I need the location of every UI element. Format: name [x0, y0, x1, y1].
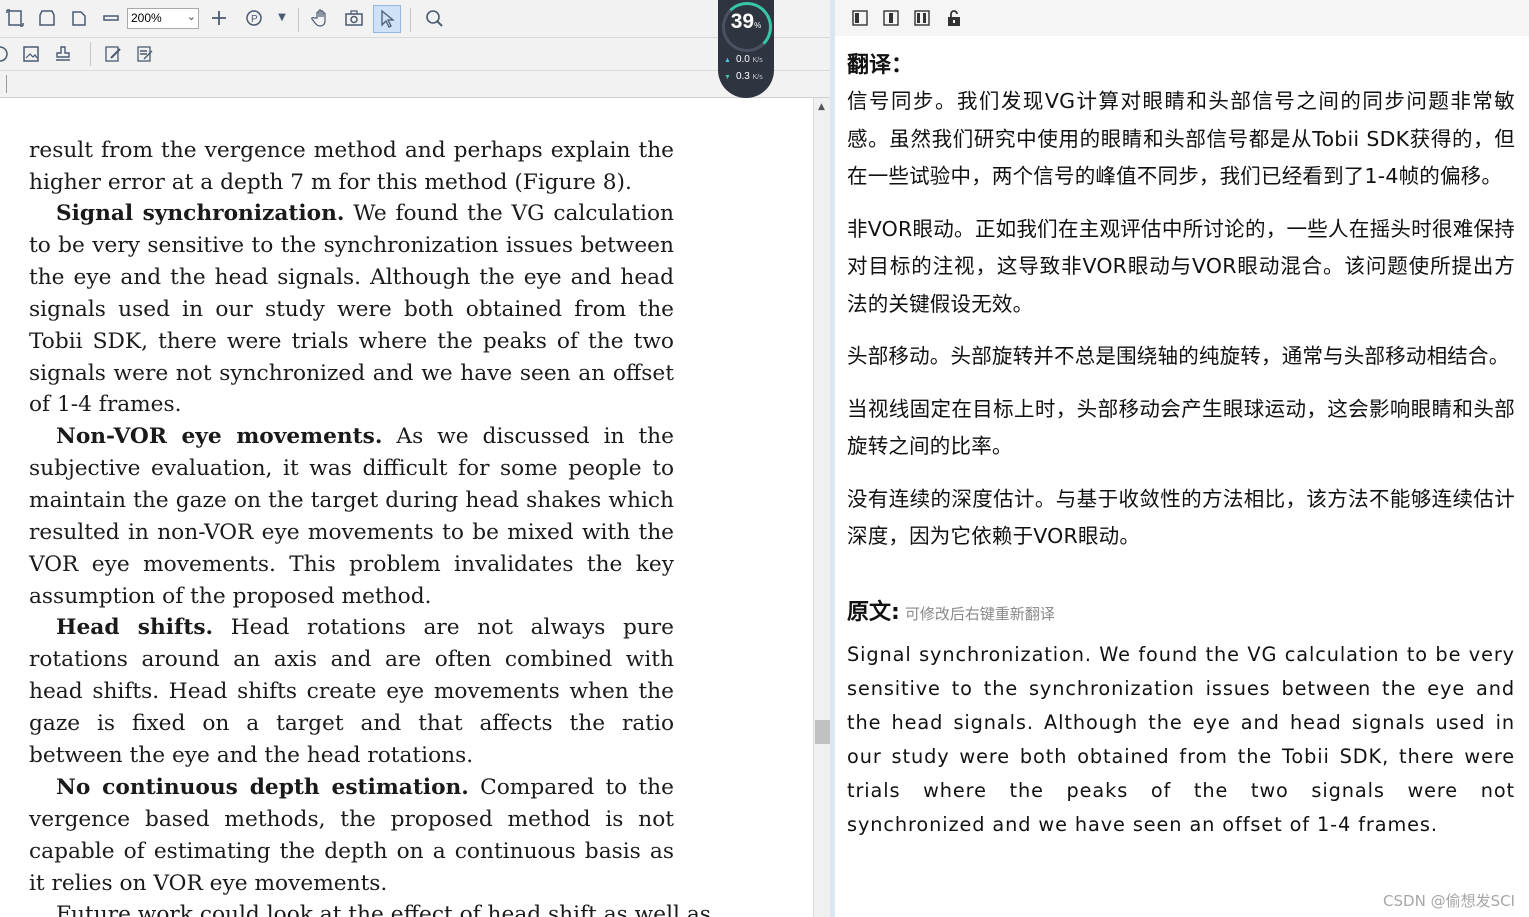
pdf-page: result from the vergence method and perh…: [0, 98, 813, 917]
translation-paragraph[interactable]: 没有连续的深度估计。与基于收敛性的方法相比，该方法不能够连续估计深度，因为它依赖…: [847, 481, 1515, 556]
svg-text:P: P: [251, 14, 258, 25]
secondary-toolbar: [0, 38, 830, 71]
edit-icon[interactable]: [101, 42, 125, 66]
doc-heading: Head shifts.: [56, 615, 214, 640]
translation-content: 翻译： 信号同步。我们发现VG计算对眼睛和头部信号之间的同步问题非常敏感。虽然我…: [847, 40, 1515, 842]
image-icon[interactable]: [19, 42, 43, 66]
doc-paragraph-depth: No continuous depth estimation. Compared…: [29, 772, 674, 900]
hand-icon[interactable]: [309, 6, 333, 30]
doc-text: We found the VG calculation to be very s…: [29, 201, 674, 418]
stamp-icon[interactable]: [51, 42, 75, 66]
doc-paragraph-signal-sync: Signal synchronization. We found the VG …: [29, 198, 674, 421]
usage-percent-unit: %: [754, 21, 762, 30]
doc-heading: No continuous depth estimation.: [56, 775, 469, 800]
download-arrow-icon: ▼: [724, 74, 731, 81]
original-text-editor[interactable]: Signal synchronization. We found the VG …: [847, 638, 1515, 842]
scroll-up-icon[interactable]: ▲: [818, 102, 825, 112]
usage-percent: 39%: [718, 10, 774, 34]
translation-toolbar: [835, 0, 1529, 36]
rotate-icon[interactable]: [67, 6, 91, 30]
doc-heading: Signal synchronization.: [56, 201, 345, 226]
plus-icon[interactable]: [207, 6, 231, 30]
layout-center-icon[interactable]: [881, 8, 901, 28]
usage-percent-value: 39: [730, 10, 755, 33]
tab-strip: [0, 71, 830, 98]
upload-unit: K/s: [752, 57, 763, 64]
watermark: CSDN @偷想发SCI: [1383, 892, 1515, 910]
zoom-select[interactable]: 200% ⌄: [127, 8, 199, 29]
layout-left-icon[interactable]: [850, 8, 870, 28]
translation-paragraph[interactable]: 头部移动。头部旋转并不总是围绕轴的纯旋转，通常与头部移动相结合。: [847, 338, 1515, 376]
circle-icon[interactable]: [0, 42, 12, 66]
layout-full-icon[interactable]: [912, 8, 932, 28]
upload-speed: ▲ 0.0 K/s: [724, 54, 763, 65]
doc-paragraph-non-vor: Non-VOR eye movements. As we discussed i…: [29, 421, 674, 612]
scrollbar-thumb[interactable]: [815, 720, 830, 744]
page-nav-icon[interactable]: P: [242, 6, 266, 30]
download-speed: ▼ 0.3 K/s: [724, 71, 763, 82]
original-hint: 可修改后右键重新翻译: [904, 604, 1055, 623]
download-unit: K/s: [752, 74, 763, 81]
tab-divider: [6, 75, 7, 93]
zoom-value: 200%: [131, 11, 162, 25]
translation-paragraph[interactable]: 非VOR眼动。正如我们在主观评估中所讨论的，一些人在摇头时很难保持对目标的注视，…: [847, 211, 1515, 324]
doc-text: As we discussed in the subjective evalua…: [29, 424, 674, 609]
vertical-scrollbar[interactable]: ▲: [813, 98, 830, 917]
snapshot-icon[interactable]: [342, 6, 366, 30]
dropdown-arrow-icon[interactable]: ▼: [270, 6, 294, 30]
network-speed-widget[interactable]: 39% ▲ 0.0 K/s ▼ 0.3 K/s: [718, 0, 774, 98]
translation-paragraph[interactable]: 信号同步。我们发现VG计算对眼睛和头部信号之间的同步问题非常敏感。虽然我们研究中…: [847, 83, 1515, 196]
download-value: 0.3: [735, 71, 750, 82]
upload-arrow-icon: ▲: [724, 57, 731, 64]
lock-icon[interactable]: [944, 8, 964, 28]
main-toolbar: 200% ⌄ P ▼: [0, 0, 830, 38]
chevron-down-icon: ⌄: [186, 11, 196, 23]
doc-trailing-line: Future work could look at the effect of …: [56, 902, 711, 917]
original-heading: 原文:: [847, 599, 900, 625]
zoom-search-icon[interactable]: [422, 6, 446, 30]
select-icon[interactable]: [373, 5, 401, 33]
translation-panel: 翻译： 信号同步。我们发现VG计算对眼睛和头部信号之间的同步问题非常敏感。虽然我…: [835, 0, 1529, 917]
original-header: 原文: 可修改后右键重新翻译: [847, 594, 1515, 626]
form-edit-icon[interactable]: [133, 42, 157, 66]
translation-paragraph[interactable]: 当视线固定在目标上时，头部移动会产生眼球运动，这会影响眼睛和头部旋转之间的比率。: [847, 391, 1515, 466]
minus-icon[interactable]: [99, 6, 123, 30]
doc-paragraph-head-shifts: Head shifts. Head rotations are not alwa…: [29, 612, 674, 772]
doc-intro: result from the vergence method and perh…: [29, 138, 674, 195]
pdf-viewer: 200% ⌄ P ▼ result from the vergence meth…: [0, 0, 830, 917]
doc-heading: Non-VOR eye movements.: [56, 424, 383, 449]
translation-heading: 翻译：: [847, 53, 914, 78]
fit-page-icon[interactable]: [3, 6, 27, 30]
upload-value: 0.0: [735, 54, 750, 65]
fit-width-icon[interactable]: [35, 6, 59, 30]
